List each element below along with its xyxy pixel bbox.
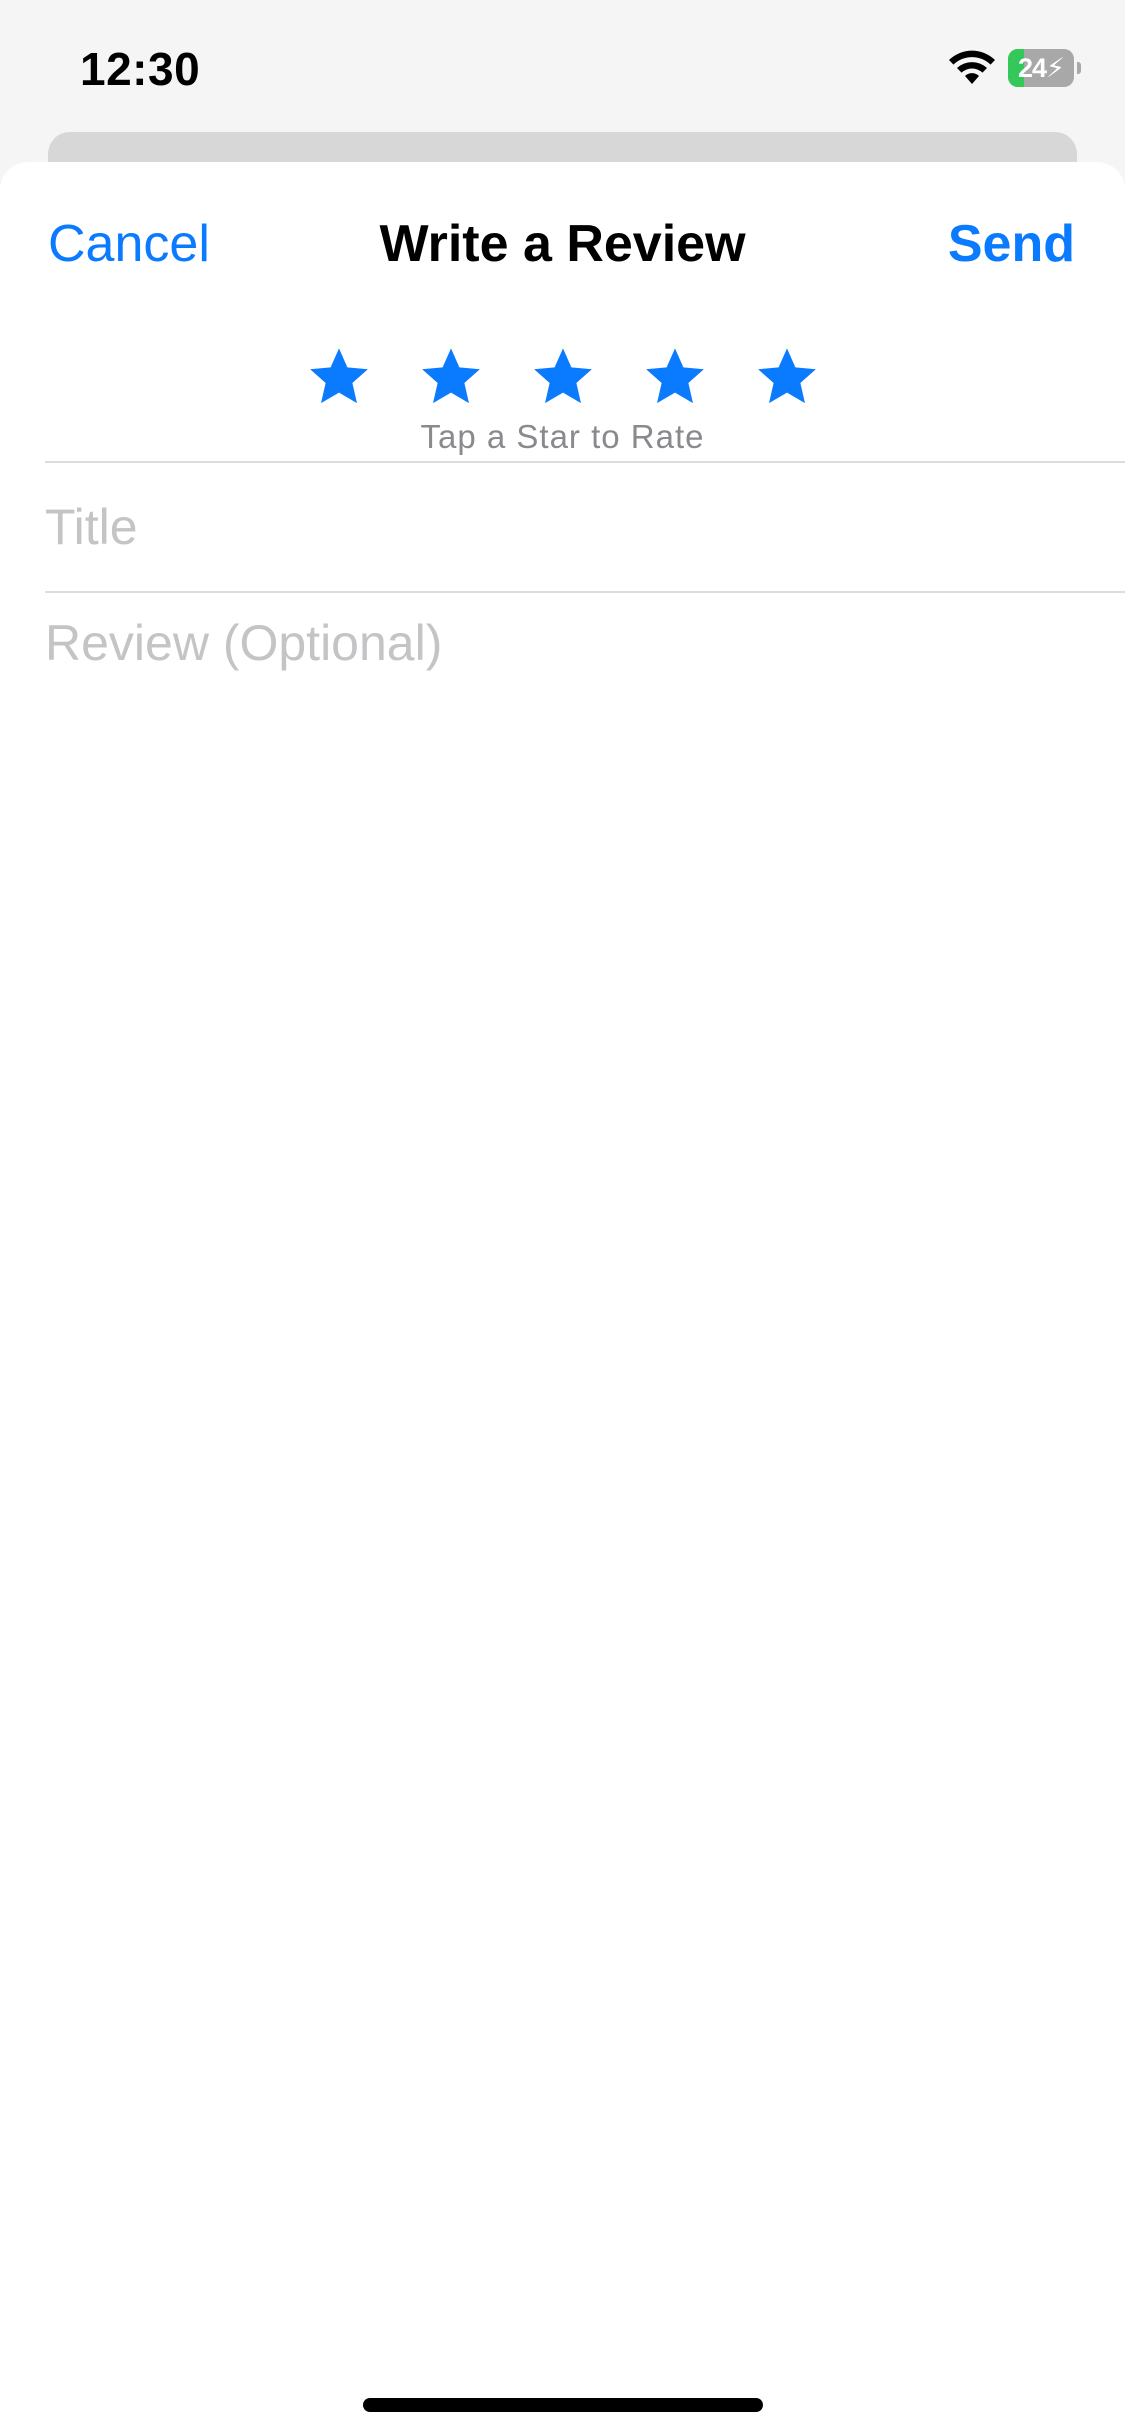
divider xyxy=(45,591,1125,593)
battery-level: 24⚡ xyxy=(1017,53,1065,83)
battery-body: 24⚡ xyxy=(1008,49,1074,87)
status-bar: 12:30 24⚡ xyxy=(0,0,1125,135)
nav-bar: Cancel Write a Review Send xyxy=(0,162,1125,332)
review-input[interactable] xyxy=(45,608,1085,2208)
star-icon[interactable] xyxy=(754,344,820,410)
divider xyxy=(45,461,1125,463)
review-sheet: Cancel Write a Review Send Tap a Star to… xyxy=(0,162,1125,2436)
battery-cap xyxy=(1077,62,1081,74)
wifi-icon xyxy=(949,50,995,84)
status-time: 12:30 xyxy=(80,43,201,95)
send-button[interactable]: Send xyxy=(948,214,1075,274)
star-rating xyxy=(0,344,1125,414)
star-icon[interactable] xyxy=(418,344,484,410)
battery-charging-icon: 24⚡ xyxy=(1008,49,1082,87)
rating-hint: Tap a Star to Rate xyxy=(420,418,705,455)
star-icon[interactable] xyxy=(642,344,708,410)
star-icon[interactable] xyxy=(306,344,372,410)
star-icon[interactable] xyxy=(530,344,596,410)
screen: 12:30 24⚡ Cancel Write a Review Send Tap… xyxy=(0,0,1125,2436)
home-indicator[interactable] xyxy=(363,2398,763,2412)
title-input[interactable] xyxy=(45,492,1085,562)
